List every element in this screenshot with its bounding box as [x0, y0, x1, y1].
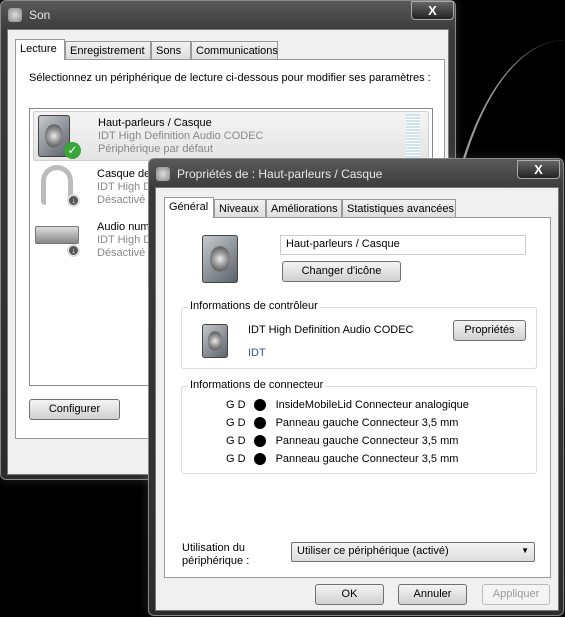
connector-legend: Informations de connecteur — [188, 379, 326, 391]
channels-label: G D — [226, 453, 246, 465]
ok-button[interactable]: OK — [315, 584, 384, 605]
tab-statistiques[interactable]: Statistiques avancées — [342, 199, 456, 218]
tab-communications[interactable]: Communications — [191, 41, 278, 60]
jack-color-icon — [253, 399, 266, 412]
usage-select-value: Utiliser ce périphérique (activé) — [297, 545, 449, 557]
jack-color-icon — [253, 435, 266, 448]
connector-row: G D Panneau gauche Connecteur 3,5 mm — [226, 415, 458, 431]
properties-window: Propriétés de : Haut-parleurs / Casque X… — [148, 158, 564, 616]
tab-panel: Haut-parleurs / Casque Changer d'icône I… — [164, 217, 551, 578]
tab-general[interactable]: Général — [164, 197, 214, 218]
connector-group: Informations de connecteur G D InsideMobi… — [181, 379, 537, 474]
speaker-title-icon — [156, 167, 170, 181]
jack-color-icon — [253, 453, 266, 466]
device-status: Périphérique par défaut — [98, 143, 213, 155]
volume-meter — [406, 114, 420, 158]
window-title: Son — [29, 8, 51, 22]
window-title: Propriétés de : Haut-parleurs / Casque — [177, 167, 383, 181]
disabled-arrow-icon: ↓ — [67, 194, 80, 207]
controller-icon — [202, 324, 228, 358]
device-driver: IDT High D — [97, 181, 152, 193]
connector-row: G D InsideMobileLid Connecteur analogique — [226, 397, 469, 413]
disabled-arrow-icon: ↓ — [67, 244, 80, 257]
close-button[interactable]: X — [517, 160, 560, 179]
tab-lecture[interactable]: Lecture — [15, 39, 65, 60]
device-status: Désactivé — [97, 247, 146, 259]
device-status: Désactivé — [97, 194, 146, 206]
device-name-input[interactable]: Haut-parleurs / Casque — [280, 235, 526, 255]
controller-properties-button[interactable]: Propriétés — [453, 320, 526, 341]
sound-icon — [8, 8, 22, 22]
tab-enregistrement[interactable]: Enregistrement — [65, 41, 151, 60]
tab-ameliorations[interactable]: Améliorations — [266, 199, 342, 218]
device-driver: IDT High Definition Audio CODEC — [98, 130, 264, 142]
controller-group: Informations de contrôleur IDT High Defi… — [181, 300, 537, 369]
controller-name: IDT High Definition Audio CODEC — [248, 324, 414, 336]
connector-label: InsideMobileLid Connecteur analogique — [275, 399, 469, 411]
speaker-icon — [202, 235, 238, 283]
usage-label-line: périphérique : — [182, 555, 250, 567]
tab-niveaux[interactable]: Niveaux — [214, 199, 266, 218]
client-area: Général Niveaux Améliorations Statistiqu… — [155, 187, 559, 611]
device-name: Audio num — [97, 221, 150, 233]
channels-label: G D — [226, 399, 246, 411]
device-item[interactable]: ✓ Haut-parleurs / Casque IDT High Defini… — [33, 111, 429, 161]
instruction-text: Sélectionnez un périphérique de lecture … — [29, 72, 431, 84]
connector-label: Panneau gauche Connecteur 3,5 mm — [275, 435, 459, 447]
close-button[interactable]: X — [411, 1, 454, 20]
connector-row: G D Panneau gauche Connecteur 3,5 mm — [226, 451, 458, 467]
check-icon: ✓ — [64, 142, 81, 159]
tab-sons[interactable]: Sons — [151, 41, 191, 60]
usage-label-line: Utilisation du — [182, 542, 245, 554]
jack-color-icon — [253, 417, 266, 430]
device-name: Haut-parleurs / Casque — [98, 117, 212, 129]
connector-label: Panneau gauche Connecteur 3,5 mm — [275, 453, 459, 465]
usage-select[interactable]: Utiliser ce périphérique (activé) ▼ — [291, 542, 535, 562]
change-icon-button[interactable]: Changer d'icône — [282, 261, 401, 282]
controller-vendor: IDT — [248, 347, 266, 359]
cancel-button[interactable]: Annuler — [398, 584, 467, 605]
apply-button[interactable]: Appliquer — [482, 584, 550, 605]
connector-label: Panneau gauche Connecteur 3,5 mm — [275, 417, 459, 429]
usage-label: Utilisation du périphérique : — [182, 542, 249, 568]
controller-legend: Informations de contrôleur — [188, 300, 320, 312]
channels-label: G D — [226, 435, 246, 447]
device-name: Casque de — [97, 168, 151, 180]
connector-row: G D Panneau gauche Connecteur 3,5 mm — [226, 433, 458, 449]
device-driver: IDT High D — [97, 234, 152, 246]
channels-label: G D — [226, 417, 246, 429]
digital-audio-icon — [35, 226, 79, 244]
chevron-down-icon: ▼ — [521, 546, 529, 555]
configure-button[interactable]: Configurer — [29, 399, 120, 420]
